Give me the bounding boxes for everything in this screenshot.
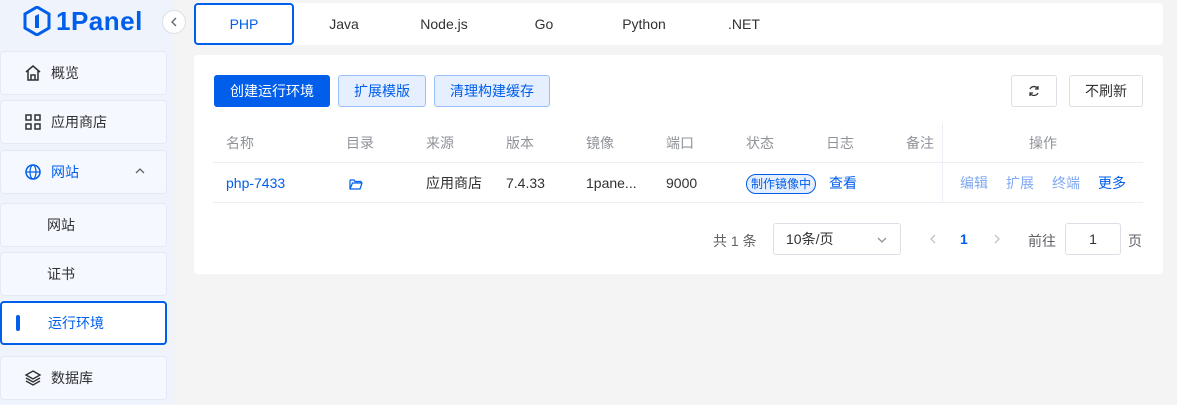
sidebar-item-app-store[interactable]: 应用商店 [0, 100, 167, 144]
fixed-column-divider [942, 123, 943, 203]
table-row: php-7433 应用商店 7.4.33 1pane... 9000 制作镜像中… [213, 163, 1143, 203]
col-directory: 目录 [346, 135, 374, 151]
tab-python[interactable]: Python [594, 3, 694, 45]
more-button[interactable]: 更多 [1098, 163, 1126, 203]
terminal-button[interactable]: 终端 [1052, 163, 1080, 203]
sidebar-item-label: 数据库 [51, 370, 93, 386]
sidebar-item-label: 应用商店 [51, 114, 107, 130]
sidebar-item-website[interactable]: 网站 [0, 203, 167, 247]
tab-nodejs[interactable]: Node.js [394, 3, 494, 45]
logo[interactable]: 1Panel [22, 6, 143, 36]
page-size-select[interactable]: 10条/页 [773, 223, 901, 255]
sidebar-item-label: 网站 [51, 164, 79, 180]
home-icon [24, 64, 42, 82]
refresh-button[interactable] [1011, 75, 1057, 107]
runtime-port: 9000 [666, 175, 698, 191]
sidebar-item-label: 概览 [51, 65, 79, 81]
collapse-sidebar-button[interactable] [162, 10, 186, 34]
sidebar-item-website-group[interactable]: 网站 [0, 150, 167, 194]
refresh-interval-select[interactable]: 不刷新 [1069, 75, 1143, 107]
chevron-down-icon [877, 237, 887, 243]
grid-icon [24, 113, 42, 131]
sidebar-item-runtime[interactable]: 运行环境 [0, 301, 167, 345]
tab-go[interactable]: Go [494, 3, 594, 45]
chevron-left-icon [171, 17, 177, 27]
tab-java[interactable]: Java [294, 3, 394, 45]
col-name: 名称 [226, 135, 254, 151]
col-log: 日志 [826, 135, 854, 151]
col-source: 来源 [426, 135, 454, 151]
sidebar-item-database[interactable]: 数据库 [0, 356, 167, 400]
sidebar-item-overview[interactable]: 概览 [0, 51, 167, 95]
extension-template-button[interactable]: 扩展模版 [338, 75, 426, 107]
logo-icon [23, 6, 51, 36]
col-port: 端口 [666, 135, 694, 151]
col-image: 镜像 [586, 135, 614, 151]
extension-button[interactable]: 扩展 [1006, 163, 1034, 203]
col-status: 状态 [746, 135, 774, 151]
tab-php[interactable]: PHP [194, 3, 294, 45]
globe-icon [24, 163, 42, 181]
col-version: 版本 [506, 135, 534, 151]
pagination-total: 共 1 条 [713, 233, 757, 249]
goto-label: 前往 [1028, 233, 1056, 249]
clean-build-cache-button[interactable]: 清理构建缓存 [434, 75, 550, 107]
runtime-tabs: PHP Java Node.js Go Python .NET [194, 3, 1163, 45]
col-remark: 备注 [906, 135, 934, 151]
active-indicator [16, 315, 20, 331]
page-number-current[interactable]: 1 [960, 231, 968, 247]
next-page-icon[interactable] [991, 233, 1003, 245]
sidebar-item-label: 运行环境 [48, 315, 104, 331]
status-badge: 制作镜像中 [746, 174, 816, 195]
edit-button[interactable]: 编辑 [960, 163, 988, 203]
col-operations: 操作 [1029, 135, 1057, 151]
refresh-icon [1029, 85, 1039, 97]
prev-page-icon[interactable] [927, 233, 939, 245]
view-log-link[interactable]: 查看 [829, 163, 857, 203]
open-directory-button[interactable] [349, 163, 363, 203]
sidebar: 1Panel 概览 应用商店 网站 网站 证书 运行环境 数据库 [0, 0, 174, 405]
runtime-version: 7.4.33 [506, 175, 545, 191]
layers-icon [24, 369, 42, 387]
sidebar-item-label: 网站 [47, 217, 75, 233]
table-header: 名称 目录 来源 版本 镜像 端口 状态 日志 备注 操作 [213, 123, 1143, 163]
runtime-name-link[interactable]: php-7433 [226, 163, 285, 203]
sidebar-item-label: 证书 [47, 266, 75, 282]
create-runtime-button[interactable]: 创建运行环境 [214, 75, 330, 107]
runtime-panel: 创建运行环境 扩展模版 清理构建缓存 不刷新 名称 目录 来源 版本 镜像 端口… [194, 55, 1163, 274]
chevron-up-icon [135, 168, 145, 174]
logo-text: 1Panel [56, 5, 143, 36]
folder-open-icon [349, 179, 363, 190]
status-cell: 制作镜像中 [746, 163, 816, 203]
runtime-source: 应用商店 [426, 175, 482, 191]
sidebar-item-certificate[interactable]: 证书 [0, 252, 167, 296]
runtime-image: 1pane... [586, 175, 637, 191]
tab-dotnet[interactable]: .NET [694, 3, 794, 45]
goto-page-input[interactable] [1065, 223, 1121, 255]
page-size-value: 10条/页 [786, 231, 834, 247]
goto-suffix: 页 [1128, 233, 1142, 249]
